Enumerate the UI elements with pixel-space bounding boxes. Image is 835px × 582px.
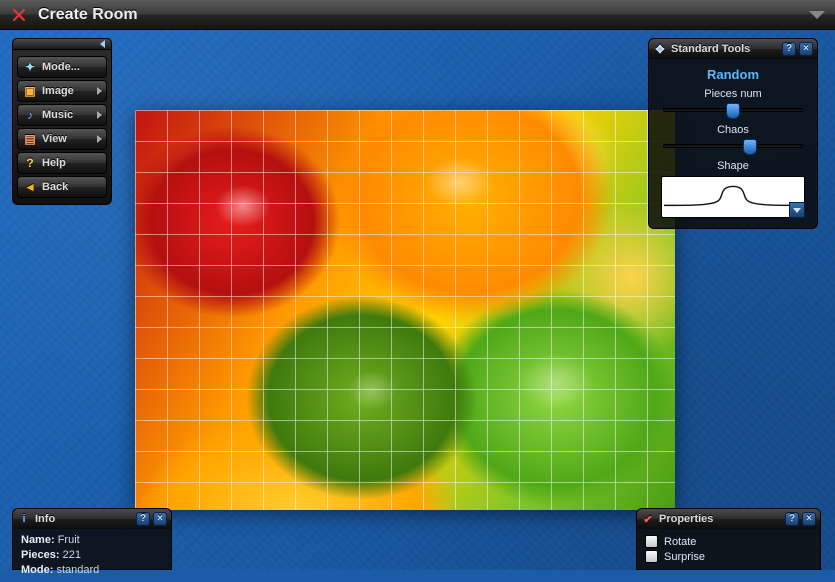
puzzle-preview[interactable] bbox=[135, 110, 675, 510]
shape-dropdown-button[interactable] bbox=[789, 202, 805, 218]
rotate-checkbox[interactable] bbox=[645, 535, 658, 548]
tools-subtitle: Random bbox=[659, 67, 807, 82]
chevron-left-icon bbox=[100, 40, 105, 48]
panel-header[interactable]: ✥ Standard Tools ? × bbox=[649, 39, 817, 59]
shape-label: Shape bbox=[659, 160, 807, 172]
info-panel: i Info ? × Name: Fruit Pieces: 221 Mode:… bbox=[12, 508, 172, 570]
panel-title: Info bbox=[35, 513, 55, 525]
chevron-right-icon bbox=[97, 87, 102, 95]
panel-close-button[interactable]: × bbox=[799, 42, 813, 56]
view-icon: ▤ bbox=[22, 131, 38, 147]
sidebar-item-label: View bbox=[42, 133, 67, 145]
sidebar-collapse-handle[interactable] bbox=[12, 38, 112, 50]
panel-header[interactable]: i Info ? × bbox=[13, 509, 171, 529]
properties-icon: ✔ bbox=[641, 512, 655, 526]
app-logo-icon bbox=[10, 6, 28, 24]
panel-help-button[interactable]: ? bbox=[785, 512, 799, 526]
sidebar-item-label: Music bbox=[42, 109, 73, 121]
prop-rotate[interactable]: Rotate bbox=[645, 535, 812, 548]
checkbox-label: Rotate bbox=[664, 536, 696, 548]
sidebar-item-label: Mode... bbox=[42, 61, 80, 73]
panel-title: Properties bbox=[659, 513, 713, 525]
info-row-pieces: Pieces: 221 bbox=[21, 548, 163, 563]
sidebar-item-label: Image bbox=[42, 85, 74, 97]
prop-surprise[interactable]: Surprise bbox=[645, 550, 812, 563]
sidebar-item-back[interactable]: ◄ Back bbox=[17, 176, 107, 198]
chevron-right-icon bbox=[97, 135, 102, 143]
sidebar-item-help[interactable]: ? Help bbox=[17, 152, 107, 174]
back-icon: ◄ bbox=[22, 179, 38, 195]
sidebar: ✦ Mode... ▣ Image ♪ Music ▤ View ? Help … bbox=[12, 38, 112, 205]
pieces-slider[interactable] bbox=[663, 108, 803, 112]
help-icon: ? bbox=[22, 155, 38, 171]
panel-title: Standard Tools bbox=[671, 43, 750, 55]
shape-preview bbox=[661, 176, 805, 218]
pieces-label: Pieces num bbox=[659, 88, 807, 100]
sidebar-item-label: Help bbox=[42, 157, 66, 169]
puzzle-piece-icon: ✥ bbox=[653, 42, 667, 56]
chaos-slider-thumb[interactable] bbox=[743, 139, 757, 155]
panel-help-button[interactable]: ? bbox=[782, 42, 796, 56]
panel-close-button[interactable]: × bbox=[153, 512, 167, 526]
chevron-down-icon bbox=[793, 208, 801, 213]
panel-help-button[interactable]: ? bbox=[136, 512, 150, 526]
music-icon: ♪ bbox=[22, 107, 38, 123]
surprise-checkbox[interactable] bbox=[645, 550, 658, 563]
info-row-mode: Mode: standard bbox=[21, 563, 163, 578]
chaos-label: Chaos bbox=[659, 124, 807, 136]
chevron-right-icon bbox=[97, 111, 102, 119]
sidebar-item-mode[interactable]: ✦ Mode... bbox=[17, 56, 107, 78]
standard-tools-panel: ✥ Standard Tools ? × Random Pieces num C… bbox=[648, 38, 818, 229]
sidebar-item-music[interactable]: ♪ Music bbox=[17, 104, 107, 126]
properties-panel: ✔ Properties ? × Rotate Surprise bbox=[636, 508, 821, 570]
image-icon: ▣ bbox=[22, 83, 38, 99]
sidebar-item-image[interactable]: ▣ Image bbox=[17, 80, 107, 102]
mode-icon: ✦ bbox=[22, 59, 38, 75]
sidebar-menu: ✦ Mode... ▣ Image ♪ Music ▤ View ? Help … bbox=[12, 50, 112, 205]
window-title: Create Room bbox=[38, 6, 138, 24]
shape-curve-icon bbox=[662, 177, 804, 217]
info-icon: i bbox=[17, 512, 31, 526]
panel-close-button[interactable]: × bbox=[802, 512, 816, 526]
info-row-name: Name: Fruit bbox=[21, 533, 163, 548]
checkbox-label: Surprise bbox=[664, 551, 705, 563]
titlebar-collapse-icon[interactable] bbox=[809, 11, 825, 19]
puzzle-grid-overlay bbox=[135, 110, 675, 510]
sidebar-item-label: Back bbox=[42, 181, 68, 193]
sidebar-item-view[interactable]: ▤ View bbox=[17, 128, 107, 150]
chaos-slider[interactable] bbox=[663, 144, 803, 148]
panel-header[interactable]: ✔ Properties ? × bbox=[637, 509, 820, 529]
titlebar: Create Room bbox=[0, 0, 835, 30]
pieces-slider-thumb[interactable] bbox=[726, 103, 740, 119]
